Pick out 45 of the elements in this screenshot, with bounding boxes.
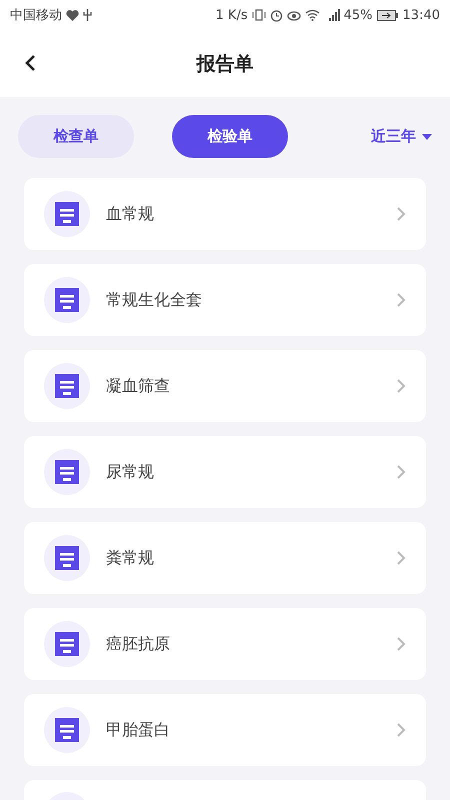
- tab[interactable]: 检验单: [172, 115, 288, 158]
- report-name: 粪常规: [106, 548, 155, 568]
- caret-icon: [422, 134, 432, 140]
- report-icon: [44, 277, 90, 323]
- chevron-right-icon: [396, 722, 406, 738]
- report-icon: [44, 621, 90, 667]
- usb-icon: [83, 9, 92, 21]
- wifi-icon: [304, 9, 320, 21]
- report-row[interactable]: 凝血筛查: [24, 350, 426, 422]
- tab[interactable]: 检查单: [18, 115, 134, 158]
- chevron-right-icon: [396, 550, 406, 566]
- vibrate-icon: [252, 9, 266, 21]
- chevron-right-icon: [396, 378, 406, 394]
- report-row[interactable]: 癌胚抗原: [24, 608, 426, 680]
- report-row[interactable]: 常规生化全套: [24, 264, 426, 336]
- report-icon: [44, 363, 90, 409]
- carrier-name: 中国移动: [10, 7, 62, 24]
- chevron-right-icon: [396, 292, 406, 308]
- battery-icon: [376, 10, 399, 20]
- heart-icon: [66, 10, 79, 20]
- eye-icon: [286, 9, 301, 21]
- report-name: 凝血筛查: [106, 376, 171, 396]
- chevron-right-icon: [396, 206, 406, 222]
- report-row[interactable]: 尿常规: [24, 436, 426, 508]
- report-row[interactable]: 血常规: [24, 178, 426, 250]
- page-title: 报告单: [196, 52, 254, 76]
- time-range-dropdown[interactable]: 近三年: [371, 127, 432, 146]
- report-icon: [44, 449, 90, 495]
- report-icon: [44, 535, 90, 581]
- chevron-right-icon: [396, 636, 406, 652]
- report-name: 甲胎蛋白: [106, 720, 171, 740]
- back-icon[interactable]: [24, 54, 36, 72]
- report-row[interactable]: 粪常规: [24, 522, 426, 594]
- chevron-right-icon: [396, 464, 406, 480]
- network-speed: 1 K/s: [216, 8, 248, 22]
- report-row[interactable]: 甲胎蛋白: [24, 694, 426, 766]
- report-name: 常规生化全套: [106, 290, 203, 310]
- clock-time: 13:40: [402, 8, 440, 22]
- report-icon: [44, 191, 90, 237]
- report-name: 癌胚抗原: [106, 634, 171, 654]
- report-icon: [44, 707, 90, 753]
- report-name: 尿常规: [106, 462, 155, 482]
- alarm-icon: [270, 8, 283, 22]
- report-name: 血常规: [106, 204, 155, 224]
- battery-percent: 45%: [344, 8, 373, 22]
